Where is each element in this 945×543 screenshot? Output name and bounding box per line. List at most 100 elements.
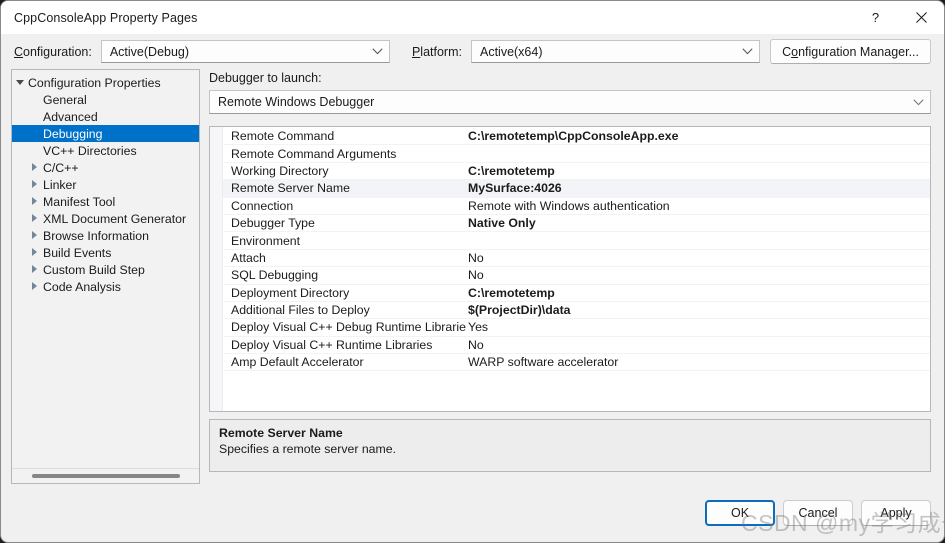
property-row[interactable]: Deployment DirectoryC:\remotetemp	[223, 285, 930, 302]
sidebar-item-label: C/C++	[42, 161, 79, 175]
title-bar: CppConsoleApp Property Pages ?	[1, 1, 944, 34]
property-row[interactable]: Deploy Visual C++ Debug Runtime Librarie…	[223, 319, 930, 336]
chevron-right-icon[interactable]	[27, 266, 42, 274]
property-name: Remote Server Name	[223, 181, 466, 195]
property-name: SQL Debugging	[223, 268, 466, 282]
property-row[interactable]: AttachNo	[223, 250, 930, 267]
sidebar-item-advanced[interactable]: Advanced	[12, 108, 199, 125]
property-value[interactable]: C:\remotetemp	[466, 164, 930, 178]
debugger-to-launch-value: Remote Windows Debugger	[218, 95, 374, 109]
property-name: Deploy Visual C++ Debug Runtime Librarie…	[223, 320, 466, 334]
chevron-right-icon[interactable]	[27, 283, 42, 291]
property-value[interactable]: MySurface:4026	[466, 181, 930, 195]
property-value[interactable]: WARP software accelerator	[466, 355, 930, 369]
sidebar-item-browse-information[interactable]: Browse Information	[12, 227, 199, 244]
triangle-glyph	[32, 215, 37, 223]
triangle-glyph	[32, 181, 37, 189]
sidebar-item-label: Manifest Tool	[42, 195, 115, 209]
property-value[interactable]: Yes	[466, 320, 930, 334]
platform-value: Active(x64)	[480, 45, 543, 59]
ok-button[interactable]: OK	[705, 500, 775, 526]
chevron-right-icon[interactable]	[27, 164, 42, 172]
sidebar-item-label: VC++ Directories	[42, 144, 137, 158]
close-icon[interactable]	[898, 1, 944, 34]
property-row[interactable]: Deploy Visual C++ Runtime LibrariesNo	[223, 337, 930, 354]
property-row[interactable]: Amp Default AcceleratorWARP software acc…	[223, 354, 930, 371]
property-value[interactable]: Remote with Windows authentication	[466, 199, 930, 213]
triangle-glyph	[32, 198, 37, 206]
sidebar-item-general[interactable]: General	[12, 91, 199, 108]
property-grid-gutter	[210, 127, 223, 411]
platform-label: Platform:	[412, 45, 462, 59]
property-name: Environment	[223, 234, 466, 248]
question-mark-icon[interactable]: ?	[853, 1, 898, 34]
description-text: Specifies a remote server name.	[219, 442, 921, 456]
property-row[interactable]: Debugger TypeNative Only	[223, 215, 930, 232]
debugger-to-launch-select[interactable]: Remote Windows Debugger	[209, 90, 931, 114]
property-row[interactable]: Additional Files to Deploy$(ProjectDir)\…	[223, 302, 930, 319]
property-row[interactable]: SQL DebuggingNo	[223, 267, 930, 284]
sidebar-item-build-events[interactable]: Build Events	[12, 244, 199, 261]
sidebar-item-c-c[interactable]: C/C++	[12, 159, 199, 176]
sidebar-item-linker[interactable]: Linker	[12, 176, 199, 193]
sidebar-item-label: Configuration Properties	[27, 76, 161, 90]
property-name: Amp Default Accelerator	[223, 355, 466, 369]
chevron-right-icon[interactable]	[27, 249, 42, 257]
property-name: Remote Command	[223, 129, 466, 143]
property-row[interactable]: ConnectionRemote with Windows authentica…	[223, 198, 930, 215]
sidebar-item-vc-directories[interactable]: VC++ Directories	[12, 142, 199, 159]
property-value[interactable]: $(ProjectDir)\data	[466, 303, 930, 317]
apply-button[interactable]: Apply	[861, 500, 931, 526]
property-content-panel: Debugger to launch: Remote Windows Debug…	[209, 69, 931, 494]
chevron-down-icon	[736, 48, 753, 55]
platform-select[interactable]: Active(x64)	[471, 40, 760, 63]
configuration-select[interactable]: Active(Debug)	[101, 40, 390, 63]
property-value[interactable]: C:\remotetemp\CppConsoleApp.exe	[466, 129, 930, 143]
chevron-down-icon[interactable]	[12, 80, 27, 85]
cancel-button[interactable]: Cancel	[783, 500, 853, 526]
property-value[interactable]: No	[466, 268, 930, 282]
triangle-glyph	[32, 266, 37, 274]
title-bar-buttons: ?	[853, 1, 944, 34]
sidebar-item-debugging[interactable]: Debugging	[12, 125, 199, 142]
chevron-right-icon[interactable]	[27, 181, 42, 189]
sidebar-scrollbar-thumb[interactable]	[32, 474, 180, 478]
configuration-label: Configuration:	[14, 45, 92, 59]
sidebar-item-label: XML Document Generator	[42, 212, 186, 226]
property-name: Debugger Type	[223, 216, 466, 230]
property-value[interactable]: Native Only	[466, 216, 930, 230]
sidebar-item-label: Advanced	[42, 110, 98, 124]
property-row[interactable]: Working DirectoryC:\remotetemp	[223, 163, 930, 180]
property-row[interactable]: Environment	[223, 232, 930, 249]
sidebar-item-manifest-tool[interactable]: Manifest Tool	[12, 193, 199, 210]
sidebar-horizontal-scrollbar[interactable]	[12, 468, 199, 483]
property-value[interactable]: No	[466, 251, 930, 265]
property-value[interactable]: No	[466, 338, 930, 352]
description-panel: Remote Server Name Specifies a remote se…	[209, 419, 931, 472]
property-pages-window: CppConsoleApp Property Pages ? Configura…	[0, 0, 945, 543]
property-row[interactable]: Remote Command Arguments	[223, 145, 930, 162]
property-tree-panel: Configuration PropertiesGeneral AdvancedD…	[11, 69, 200, 484]
configuration-manager-button[interactable]: Configuration Manager...	[770, 39, 931, 64]
triangle-glyph	[32, 249, 37, 257]
property-row[interactable]: Remote CommandC:\remotetemp\CppConsoleAp…	[223, 128, 930, 145]
sidebar-item-code-analysis[interactable]: Code Analysis	[12, 278, 199, 295]
chevron-right-icon[interactable]	[27, 232, 42, 240]
chevron-right-icon[interactable]	[27, 198, 42, 206]
sidebar-item-label: Code Analysis	[42, 280, 121, 294]
sidebar-item-custom-build-step[interactable]: Custom Build Step	[12, 261, 199, 278]
triangle-glyph	[32, 164, 37, 172]
debugger-to-launch-label: Debugger to launch:	[209, 71, 931, 85]
property-name: Attach	[223, 251, 466, 265]
sidebar-item-label: Linker	[42, 178, 77, 192]
property-grid[interactable]: Remote CommandC:\remotetemp\CppConsoleAp…	[209, 126, 931, 412]
chevron-down-icon	[907, 99, 924, 106]
property-tree[interactable]: Configuration PropertiesGeneral AdvancedD…	[12, 70, 199, 468]
property-value[interactable]: C:\remotetemp	[466, 286, 930, 300]
chevron-right-icon[interactable]	[27, 215, 42, 223]
configuration-value: Active(Debug)	[110, 45, 189, 59]
property-row[interactable]: Remote Server NameMySurface:4026	[223, 180, 930, 197]
triangle-glyph	[32, 232, 37, 240]
sidebar-item-xml-document-generator[interactable]: XML Document Generator	[12, 210, 199, 227]
sidebar-item-configuration-properties[interactable]: Configuration Properties	[12, 74, 199, 91]
